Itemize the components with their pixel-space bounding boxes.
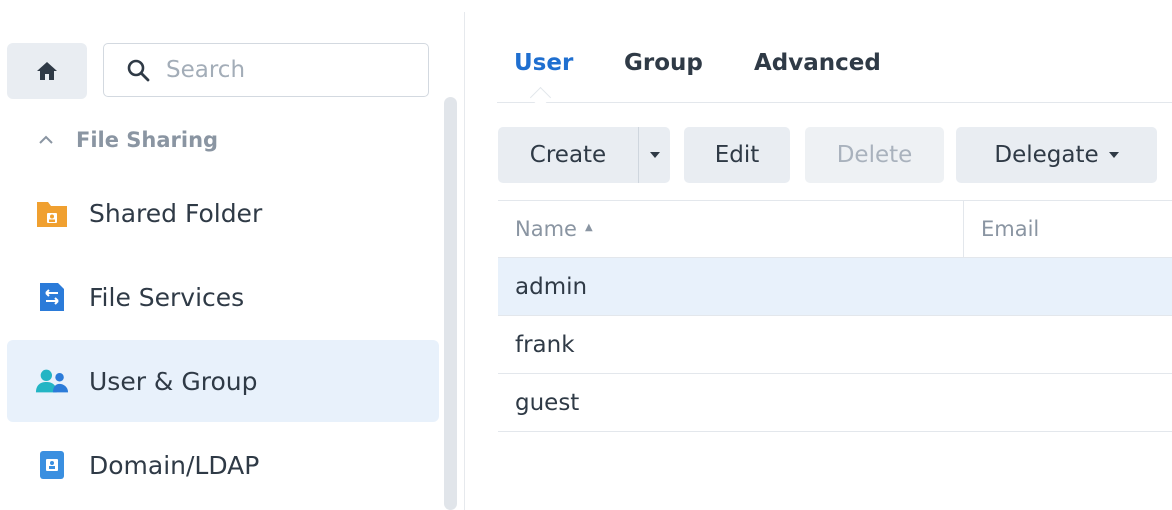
column-header-email[interactable]: Email (981, 201, 1039, 257)
home-button[interactable] (7, 43, 87, 99)
column-header-name[interactable]: Name ▲ (515, 201, 593, 257)
tab-advanced[interactable]: Advanced (754, 50, 881, 76)
active-tab-indicator (529, 86, 552, 109)
cell-name: admin (515, 273, 588, 300)
shared-folder-icon (35, 196, 69, 230)
sort-ascending-icon: ▲ (584, 221, 593, 233)
user-group-icon (35, 364, 69, 398)
section-title: File Sharing (76, 128, 219, 152)
cell-name: guest (515, 389, 580, 416)
sidebar-item-shared-folder[interactable]: Shared Folder (7, 172, 439, 254)
column-resize-handle[interactable] (963, 201, 964, 257)
edit-button[interactable]: Edit (684, 127, 790, 183)
delegate-label: Delegate (994, 142, 1099, 168)
delegate-button[interactable]: Delegate (956, 127, 1157, 183)
sidebar-item-file-services[interactable]: File Services (7, 256, 439, 338)
search-box[interactable] (103, 43, 429, 97)
section-file-sharing[interactable]: File Sharing (38, 122, 218, 158)
sidebar-item-user-group[interactable]: User & Group (7, 340, 439, 422)
home-icon (37, 62, 57, 80)
chevron-up-icon (39, 135, 53, 144)
tab-bar: User Group Advanced (497, 44, 1172, 109)
sidebar-item-label: Domain/LDAP (89, 450, 260, 480)
domain-ldap-icon (35, 448, 69, 482)
sidebar-scrollbar[interactable] (444, 97, 457, 510)
table-row[interactable]: frank (498, 316, 1172, 374)
sidebar: File Sharing Shared Folder File Services (0, 0, 464, 510)
file-services-icon (35, 280, 69, 314)
table-row[interactable]: admin (498, 258, 1172, 316)
caret-down-icon (649, 152, 660, 158)
sidebar-item-label: User & Group (89, 366, 258, 396)
delete-button[interactable]: Delete (805, 127, 944, 183)
search-input[interactable] (164, 56, 408, 84)
caret-down-icon (1108, 152, 1119, 158)
sidebar-item-label: Shared Folder (89, 198, 263, 228)
tab-group[interactable]: Group (624, 50, 703, 76)
table-row[interactable]: guest (498, 374, 1172, 432)
table-header: Name ▲ Email (498, 200, 1172, 258)
sidebar-item-domain-ldap[interactable]: Domain/LDAP (7, 424, 439, 506)
search-icon (127, 59, 150, 82)
cell-name: frank (515, 331, 575, 358)
create-split-button: Create (498, 127, 670, 183)
tab-user[interactable]: User (514, 50, 573, 76)
user-table: Name ▲ Email admin frank guest (498, 200, 1172, 432)
panel-divider (464, 12, 465, 510)
sidebar-item-label: File Services (89, 282, 245, 312)
create-dropdown-button[interactable] (639, 127, 670, 183)
create-button[interactable]: Create (498, 127, 638, 183)
